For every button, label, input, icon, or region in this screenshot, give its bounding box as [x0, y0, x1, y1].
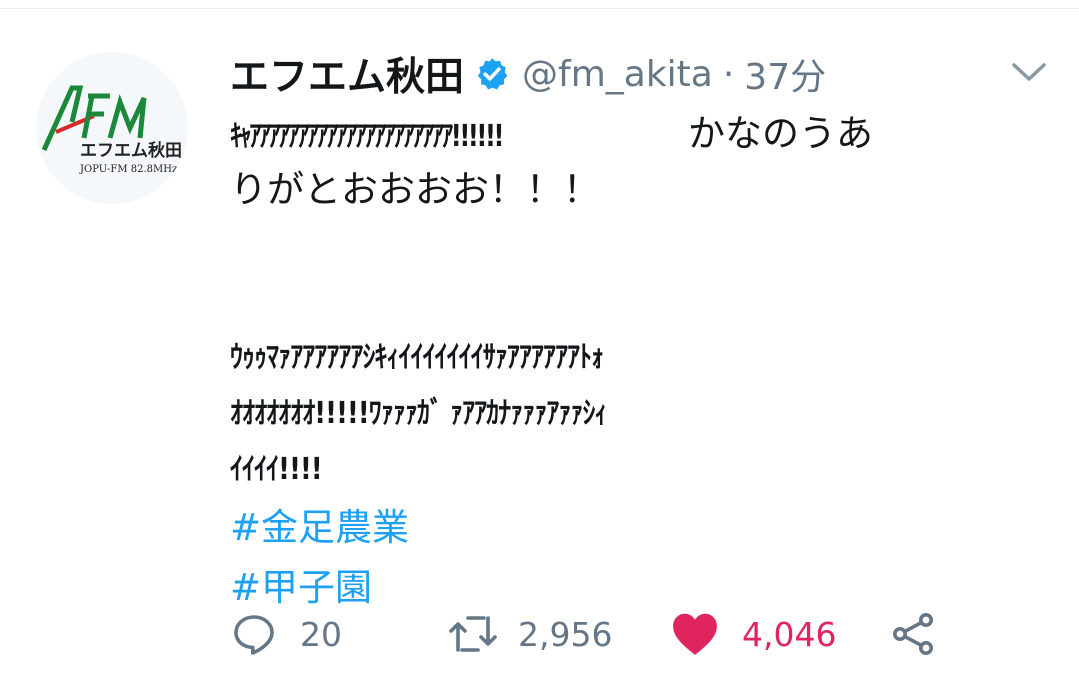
chevron-down-icon[interactable] — [1008, 58, 1050, 86]
retweet-button[interactable]: 2,956 — [446, 604, 612, 664]
display-name[interactable]: エフエム秋田 — [230, 46, 464, 102]
timestamp[interactable]: 37分 — [744, 48, 826, 100]
logo-sub-text: JOPU-FM 82.8MHz — [79, 164, 177, 175]
like-button[interactable]: 4,046 — [670, 604, 836, 664]
share-icon — [893, 613, 933, 655]
tweet-line-1-tail: かなのうあ — [688, 112, 873, 155]
reply-count: 20 — [300, 614, 342, 654]
reply-icon — [234, 615, 274, 655]
tweet-line-5: ｲｲｲｲ!!!! — [230, 452, 323, 487]
afm-logo: エフエム秋田 JOPU-FM 82.8MHz — [41, 85, 182, 175]
tweet-line-2: りがとおおおお！！！ — [230, 168, 600, 211]
handle[interactable]: @fm_akita — [522, 54, 713, 95]
logo-name-text: エフエム秋田 — [80, 140, 182, 161]
divider — [0, 8, 1079, 9]
heart-icon — [673, 613, 717, 655]
tweet-line-4: ｵｵｵｵｵｵｵ!!!!!ﾜｧｧｧｶﾞ ｧｱｱｶﾅｧｧｧｱｧｧｼｨ — [230, 396, 607, 431]
retweet-count: 2,956 — [518, 614, 613, 654]
tweet-text: ｷｬｱｱｱｱｱｱｱｱｱｱｱｱｱｱｱｱｱｱｱｱｱ!!!!!! かなのうあ りがとおお… — [230, 106, 1040, 618]
tweet-line-3: ｳｩｩﾏｧｱｱｱｱｱｱｼｷｨｲｲｲｲｲｲｲｻｧｱｱｱｱｱｱﾄｫ — [230, 340, 604, 375]
tweet-card[interactable]: エフエム秋田 JOPU-FM 82.8MHz エフエム秋田 @fm_akita … — [0, 0, 1079, 684]
retweet-icon — [449, 616, 497, 652]
avatar[interactable]: エフエム秋田 JOPU-FM 82.8MHz — [36, 52, 188, 204]
tweet-line-1: ｷｬｱｱｱｱｱｱｱｱｱｱｱｱｱｱｱｱｱｱｱｱｱ!!!!!! かなのうあ — [230, 106, 1040, 162]
tweet-header: エフエム秋田 @fm_akita · 37分 — [230, 46, 826, 102]
hashtag-link[interactable]: #金足農業 — [230, 498, 1040, 558]
separator: · — [722, 53, 735, 95]
tweet-line-1-katakana: ｷｬｱｱｱｱｱｱｱｱｱｱｱｱｱｱｱｱｱｱｱｱｱ!!!!!! — [230, 119, 504, 154]
action-bar: 20 2,956 4,046 — [230, 604, 950, 664]
share-button[interactable] — [890, 604, 938, 664]
reply-button[interactable]: 20 — [230, 604, 342, 664]
like-count: 4,046 — [742, 614, 837, 654]
verified-badge-icon — [477, 58, 508, 90]
